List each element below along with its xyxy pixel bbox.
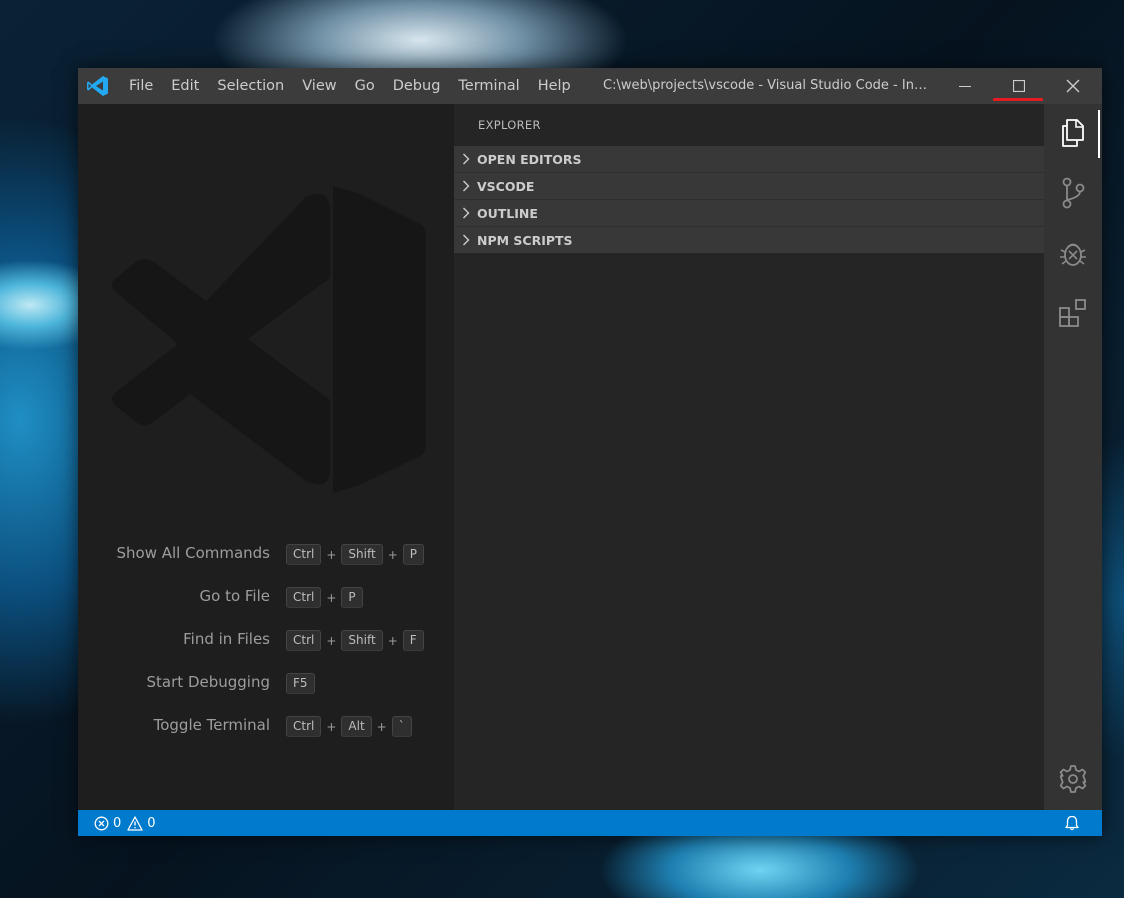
minimize-button[interactable] <box>942 68 988 104</box>
problems-indicator[interactable]: 0 0 <box>94 810 156 836</box>
window-title: C:\web\projects\vscode - Visual Studio C… <box>603 78 933 93</box>
shortcut-label: Start Debugging <box>146 673 270 691</box>
maximize-icon <box>1013 80 1025 92</box>
activity-debug[interactable] <box>1044 224 1102 282</box>
shortcut-keys: Ctrl + P <box>286 587 363 608</box>
debug-icon <box>1060 243 1086 266</box>
shortcut-keys: Ctrl + Shift + P <box>286 544 425 565</box>
shortcut-row[interactable]: Start Debugging F5 <box>78 670 454 696</box>
shortcut-row[interactable]: Show All Commands Ctrl + Shift + P <box>78 541 454 567</box>
chevron-right-icon <box>463 207 470 219</box>
shortcut-label: Show All Commands <box>116 544 270 562</box>
warning-count: 0 <box>147 815 156 831</box>
shortcut-label: Find in Files <box>183 630 270 648</box>
menu-edit[interactable]: Edit <box>162 68 208 104</box>
explorer-icon <box>1062 119 1084 147</box>
warning-icon <box>127 815 143 831</box>
vscode-logo-icon <box>87 76 108 96</box>
shortcut-row[interactable]: Toggle Terminal Ctrl + Alt + ` <box>78 713 454 739</box>
shortcut-keys: Ctrl + Shift + F <box>286 630 424 651</box>
menu-debug[interactable]: Debug <box>384 68 450 104</box>
key: F5 <box>286 673 315 694</box>
status-bar: 0 0 <box>78 810 1102 836</box>
title-bar: File Edit Selection View Go Debug Termin… <box>78 68 1102 104</box>
section-npm-scripts[interactable]: NPM SCRIPTS <box>454 226 1044 253</box>
key: F <box>402 630 424 651</box>
menu-selection[interactable]: Selection <box>208 68 293 104</box>
shortcut-row[interactable]: Find in Files Ctrl + Shift + F <box>78 627 454 653</box>
menu-go[interactable]: Go <box>346 68 384 104</box>
explorer-sidebar: EXPLORER OPEN EDITORS VSCODE OUTLINE NPM… <box>454 104 1044 810</box>
menu-bar: File Edit Selection View Go Debug Termin… <box>120 68 580 104</box>
section-label: OPEN EDITORS <box>477 151 582 167</box>
activity-source-control[interactable] <box>1044 164 1102 222</box>
source-control-icon <box>1062 177 1085 209</box>
section-label: OUTLINE <box>477 205 538 221</box>
minimize-icon <box>959 86 971 87</box>
chevron-right-icon <box>463 153 470 165</box>
key: Alt <box>341 716 372 737</box>
key: P <box>341 587 363 608</box>
key: P <box>402 544 425 565</box>
chevron-right-icon <box>463 180 470 192</box>
activity-bar <box>1044 104 1102 810</box>
explorer-sections: OPEN EDITORS VSCODE OUTLINE NPM SCRIPTS <box>454 146 1044 253</box>
sidebar-title: EXPLORER <box>478 118 541 132</box>
key: ` <box>391 716 412 737</box>
shortcut-label: Go to File <box>199 587 271 605</box>
key: Ctrl <box>286 544 322 565</box>
section-vscode[interactable]: VSCODE <box>454 172 1044 199</box>
key: Shift <box>341 544 383 565</box>
vscode-window: File Edit Selection View Go Debug Termin… <box>78 68 1102 836</box>
extensions-icon <box>1059 299 1086 327</box>
activity-extensions[interactable] <box>1044 284 1102 342</box>
activity-explorer[interactable] <box>1044 104 1102 162</box>
shortcut-row[interactable]: Go to File Ctrl + P <box>78 584 454 610</box>
error-count: 0 <box>113 815 122 831</box>
menu-terminal[interactable]: Terminal <box>449 68 528 104</box>
shortcut-keys: F5 <box>286 673 315 694</box>
menu-file[interactable]: File <box>120 68 162 104</box>
chevron-right-icon <box>463 234 470 246</box>
menu-help[interactable]: Help <box>529 68 580 104</box>
notifications-bell-icon[interactable] <box>1064 815 1080 831</box>
section-outline[interactable]: OUTLINE <box>454 199 1044 226</box>
close-icon <box>1066 79 1080 93</box>
menu-view[interactable]: View <box>293 68 345 104</box>
shortcut-label: Toggle Terminal <box>153 716 270 734</box>
vscode-watermark-logo <box>112 186 426 493</box>
maximize-highlight-underline <box>993 98 1043 101</box>
key: Shift <box>341 630 383 651</box>
active-indicator <box>1098 110 1100 158</box>
key: Ctrl <box>286 587 322 608</box>
editor-area[interactable]: Show All Commands Ctrl + Shift + P Go to F… <box>78 104 454 810</box>
key: Ctrl <box>286 630 322 651</box>
shortcut-keys: Ctrl + Alt + ` <box>286 716 412 737</box>
close-button[interactable] <box>1050 68 1096 104</box>
section-label: VSCODE <box>477 178 535 194</box>
settings-gear-icon <box>1059 765 1087 793</box>
activity-settings[interactable] <box>1044 750 1102 808</box>
error-icon <box>94 816 109 830</box>
key: Ctrl <box>286 716 322 737</box>
section-label: NPM SCRIPTS <box>477 232 573 248</box>
section-open-editors[interactable]: OPEN EDITORS <box>454 146 1044 172</box>
